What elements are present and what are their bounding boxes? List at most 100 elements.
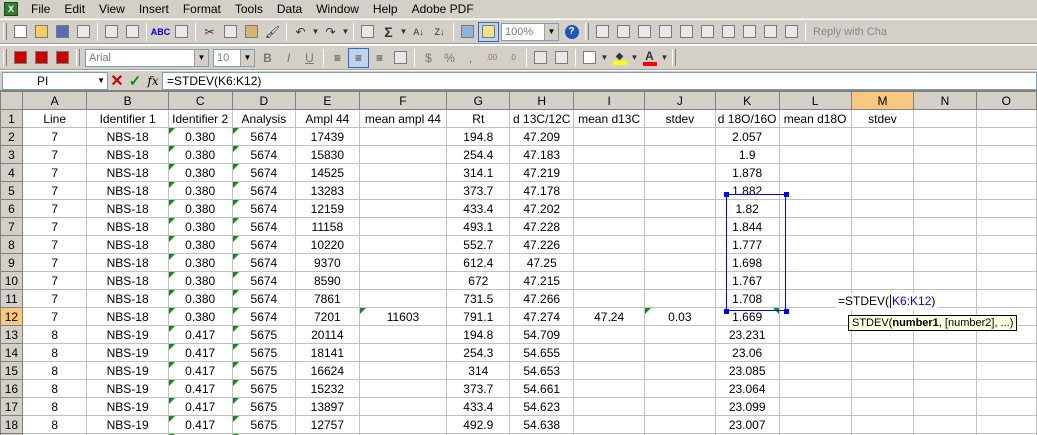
cell-n17[interactable] bbox=[913, 397, 977, 416]
cell-b14[interactable]: NBS-19 bbox=[86, 343, 169, 362]
cell-h15[interactable]: 54.653 bbox=[509, 361, 575, 380]
paste-icon[interactable] bbox=[241, 22, 262, 42]
cell-c3[interactable]: 0.380 bbox=[167, 145, 233, 164]
cell-k4[interactable]: 1.878 bbox=[714, 163, 780, 182]
cell-l1[interactable]: mean d18O bbox=[778, 109, 852, 128]
cell-g3[interactable]: 254.4 bbox=[446, 145, 511, 164]
cell-f9[interactable] bbox=[358, 253, 448, 272]
fill-color-icon[interactable]: ◆ bbox=[609, 48, 630, 68]
chevron-down-icon[interactable]: ▼ bbox=[97, 73, 105, 89]
menu-window[interactable]: Window bbox=[309, 1, 366, 18]
cell-o2[interactable] bbox=[975, 127, 1037, 146]
cell-h14[interactable]: 54.655 bbox=[509, 343, 575, 362]
cell-j13[interactable] bbox=[644, 325, 716, 344]
cell-k6[interactable]: 1.82 bbox=[714, 199, 780, 218]
cell-l18[interactable] bbox=[778, 415, 852, 434]
reviewing-icon-9[interactable] bbox=[760, 22, 781, 42]
fill-color-dropdown-icon[interactable]: ▼ bbox=[630, 48, 639, 68]
cell-a11[interactable]: 7 bbox=[21, 289, 88, 308]
cell-b3[interactable]: NBS-18 bbox=[86, 145, 169, 164]
cell-m16[interactable] bbox=[850, 379, 915, 398]
cell-b1[interactable]: Identifier 1 bbox=[86, 109, 169, 128]
row-header[interactable]: 6 bbox=[0, 199, 23, 218]
cell-m18[interactable] bbox=[850, 415, 915, 434]
cell-d10[interactable]: 5674 bbox=[231, 271, 297, 290]
cell-m5[interactable] bbox=[850, 181, 915, 200]
cell-f15[interactable] bbox=[358, 361, 448, 380]
row-header[interactable]: 7 bbox=[0, 217, 23, 236]
cell-l2[interactable] bbox=[778, 127, 852, 146]
cell-o9[interactable] bbox=[975, 253, 1037, 272]
cell-m4[interactable] bbox=[850, 163, 915, 182]
cell-k13[interactable]: 23.231 bbox=[714, 325, 780, 344]
cell-a14[interactable]: 8 bbox=[21, 343, 88, 362]
cell-e10[interactable]: 8590 bbox=[295, 271, 360, 290]
error-indicator-icon[interactable] bbox=[233, 146, 239, 152]
cell-n1[interactable] bbox=[913, 109, 977, 128]
cell-g5[interactable]: 373.7 bbox=[446, 181, 511, 200]
cell-c5[interactable]: 0.380 bbox=[167, 181, 233, 200]
cell-o8[interactable] bbox=[975, 235, 1037, 254]
cell-j3[interactable] bbox=[644, 145, 716, 164]
bold-button[interactable]: B bbox=[257, 48, 278, 68]
error-indicator-icon[interactable] bbox=[233, 164, 239, 170]
cell-f17[interactable] bbox=[358, 397, 448, 416]
cell-o1[interactable] bbox=[975, 109, 1037, 128]
error-indicator-icon[interactable] bbox=[233, 344, 239, 350]
cell-f1[interactable]: mean ampl 44 bbox=[358, 109, 448, 128]
chevron-down-icon[interactable]: ▼ bbox=[544, 23, 558, 40]
cell-i17[interactable] bbox=[573, 397, 646, 416]
chevron-down-icon[interactable]: ▼ bbox=[194, 49, 208, 66]
cell-c10[interactable]: 0.380 bbox=[167, 271, 233, 290]
cell-g8[interactable]: 552.7 bbox=[446, 235, 511, 254]
cell-f13[interactable] bbox=[358, 325, 448, 344]
error-indicator-icon[interactable] bbox=[169, 326, 175, 332]
cell-a12[interactable]: 7 bbox=[21, 307, 88, 326]
drawing-icon[interactable] bbox=[478, 21, 499, 42]
merge-center-icon[interactable] bbox=[390, 48, 411, 68]
cell-o18[interactable] bbox=[975, 415, 1037, 434]
cell-b4[interactable]: NBS-18 bbox=[86, 163, 169, 182]
enter-icon[interactable]: ✓ bbox=[126, 72, 144, 90]
decrease-decimal-icon[interactable]: .0 bbox=[502, 48, 523, 68]
cell-h12[interactable]: 47.274 bbox=[509, 307, 575, 326]
column-header-n[interactable]: N bbox=[913, 91, 977, 110]
cell-l17[interactable] bbox=[778, 397, 852, 416]
row-header[interactable]: 10 bbox=[0, 271, 23, 290]
menu-format[interactable]: Format bbox=[176, 1, 228, 18]
save-icon[interactable] bbox=[52, 22, 73, 42]
cell-k18[interactable]: 23.007 bbox=[714, 415, 780, 434]
redo-dropdown-icon[interactable]: ▼ bbox=[341, 22, 350, 42]
decrease-indent-icon[interactable] bbox=[530, 48, 551, 68]
cell-c9[interactable]: 0.380 bbox=[167, 253, 233, 272]
function-tooltip[interactable]: STDEV(number1, [number2], ...) bbox=[848, 315, 1018, 331]
row-header[interactable]: 18 bbox=[0, 415, 23, 434]
error-indicator-icon[interactable] bbox=[233, 416, 239, 422]
cell-j11[interactable] bbox=[644, 289, 716, 308]
cell-h16[interactable]: 54.661 bbox=[509, 379, 575, 398]
reviewing-icon-10[interactable] bbox=[781, 22, 802, 42]
borders-icon[interactable] bbox=[579, 48, 600, 68]
cell-c11[interactable]: 0.380 bbox=[167, 289, 233, 308]
increase-decimal-icon[interactable]: .00 bbox=[481, 48, 502, 68]
cancel-icon[interactable]: ✕ bbox=[108, 71, 126, 91]
zoom-combo[interactable]: 100% ▼ bbox=[501, 22, 559, 41]
cell-n2[interactable] bbox=[913, 127, 977, 146]
cell-d14[interactable]: 5675 bbox=[231, 343, 297, 362]
currency-icon[interactable]: $ bbox=[418, 48, 439, 68]
row-header[interactable]: 5 bbox=[0, 181, 23, 200]
row-header[interactable]: 3 bbox=[0, 145, 23, 164]
error-indicator-icon[interactable] bbox=[169, 344, 175, 350]
error-indicator-icon[interactable] bbox=[169, 164, 175, 170]
reviewing-icon-4[interactable] bbox=[655, 22, 676, 42]
error-indicator-icon[interactable] bbox=[169, 398, 175, 404]
research-icon[interactable] bbox=[171, 22, 192, 42]
error-indicator-icon[interactable] bbox=[233, 182, 239, 188]
cell-k10[interactable]: 1.767 bbox=[714, 271, 780, 290]
row-header[interactable]: 14 bbox=[0, 343, 23, 362]
range-handle-bottom-right[interactable] bbox=[784, 309, 789, 314]
cell-n5[interactable] bbox=[913, 181, 977, 200]
cell-j10[interactable] bbox=[644, 271, 716, 290]
row-header[interactable]: 8 bbox=[0, 235, 23, 254]
cell-l5[interactable] bbox=[778, 181, 852, 200]
